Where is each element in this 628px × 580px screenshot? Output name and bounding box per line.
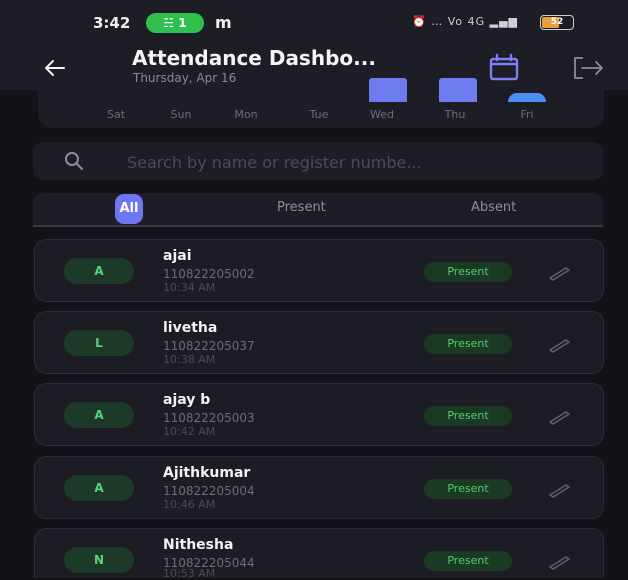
- register-number: 110822205002: [163, 267, 255, 281]
- back-button[interactable]: [38, 50, 74, 86]
- battery-icon: 52: [540, 15, 574, 30]
- edit-pencil-icon[interactable]: [547, 334, 573, 354]
- filter-tabs: All Present Absent: [33, 193, 603, 225]
- arrow-left-icon: [45, 60, 65, 76]
- day-label: Thu: [444, 108, 466, 121]
- status-indicators: ⏰ … Vo 4G ▂▄▆: [412, 15, 518, 28]
- checkin-time: 10:46 AM: [163, 498, 216, 511]
- student-name: Ajithkumar: [163, 465, 251, 481]
- avatar: A: [64, 475, 134, 501]
- ongoing-call-pill[interactable]: ☵ 1: [146, 13, 204, 33]
- day-label: Mon: [234, 108, 258, 121]
- day-label: Tue: [309, 108, 329, 121]
- chart-bar-fri: [508, 93, 546, 102]
- day-label: Fri: [520, 108, 534, 121]
- search-input[interactable]: [125, 142, 599, 182]
- register-number: 110822205037: [163, 339, 255, 353]
- student-name: ajay b: [163, 392, 211, 408]
- status-time: 3:42: [93, 14, 131, 32]
- edit-pencil-icon[interactable]: [547, 551, 573, 571]
- student-card[interactable]: A ajay b 110822205003 10:42 AM Present: [34, 383, 604, 446]
- tab-divider: [33, 225, 603, 227]
- edit-pencil-icon[interactable]: [547, 262, 573, 282]
- page-title: Attendance Dashbo...: [132, 46, 376, 70]
- tab-absent[interactable]: Absent: [471, 200, 516, 215]
- day-label: Wed: [370, 108, 394, 121]
- avatar: L: [64, 330, 134, 356]
- checkin-time: 10:34 AM: [163, 281, 216, 294]
- status-badge: Present: [424, 479, 512, 499]
- checkin-time: 10:42 AM: [163, 425, 216, 438]
- avatar: N: [64, 547, 134, 573]
- page-subtitle-date: Thursday, Apr 16: [133, 71, 237, 85]
- battery-level: 52: [550, 17, 564, 27]
- student-card[interactable]: A ajai 110822205002 10:34 AM Present: [34, 239, 604, 302]
- student-name: livetha: [163, 320, 218, 336]
- student-card[interactable]: A Ajithkumar 110822205004 10:46 AM Prese…: [34, 456, 604, 519]
- logout-icon: [574, 57, 603, 79]
- chart-bar-wed: [369, 78, 407, 102]
- edit-pencil-icon[interactable]: [547, 406, 573, 426]
- carrier-icon: m: [215, 13, 232, 32]
- calendar-icon: [489, 53, 519, 81]
- day-label: Sun: [170, 108, 192, 121]
- register-number: 110822205003: [163, 411, 255, 425]
- checkin-time: 10:38 AM: [163, 353, 216, 366]
- tab-present[interactable]: Present: [277, 200, 326, 215]
- register-number: 110822205004: [163, 484, 255, 498]
- chart-bar-thu: [439, 78, 477, 102]
- status-bar: 3:42 ☵ 1 m ⏰ … Vo 4G ▂▄▆ 52: [0, 0, 628, 46]
- student-card[interactable]: L livetha 110822205037 10:38 AM Present: [34, 311, 604, 374]
- student-name: Nithesha: [163, 537, 234, 553]
- status-badge: Present: [424, 406, 512, 426]
- logout-button[interactable]: [569, 52, 607, 84]
- checkin-time: 10:53 AM: [163, 567, 216, 580]
- tab-all[interactable]: All: [115, 194, 143, 224]
- status-badge: Present: [424, 334, 512, 354]
- search-icon: [65, 152, 83, 170]
- avatar: A: [64, 258, 134, 284]
- status-badge: Present: [424, 262, 512, 282]
- student-name: ajai: [163, 248, 192, 264]
- search-bar: [33, 142, 603, 182]
- avatar: A: [64, 402, 134, 428]
- student-card[interactable]: N Nithesha 110822205044 10:53 AM Present: [34, 528, 604, 580]
- edit-pencil-icon[interactable]: [547, 479, 573, 499]
- calendar-button[interactable]: [486, 50, 522, 84]
- status-badge: Present: [424, 551, 512, 571]
- app-bar: Attendance Dashbo... Thursday, Apr 16: [0, 46, 628, 90]
- day-label: Sat: [106, 108, 126, 121]
